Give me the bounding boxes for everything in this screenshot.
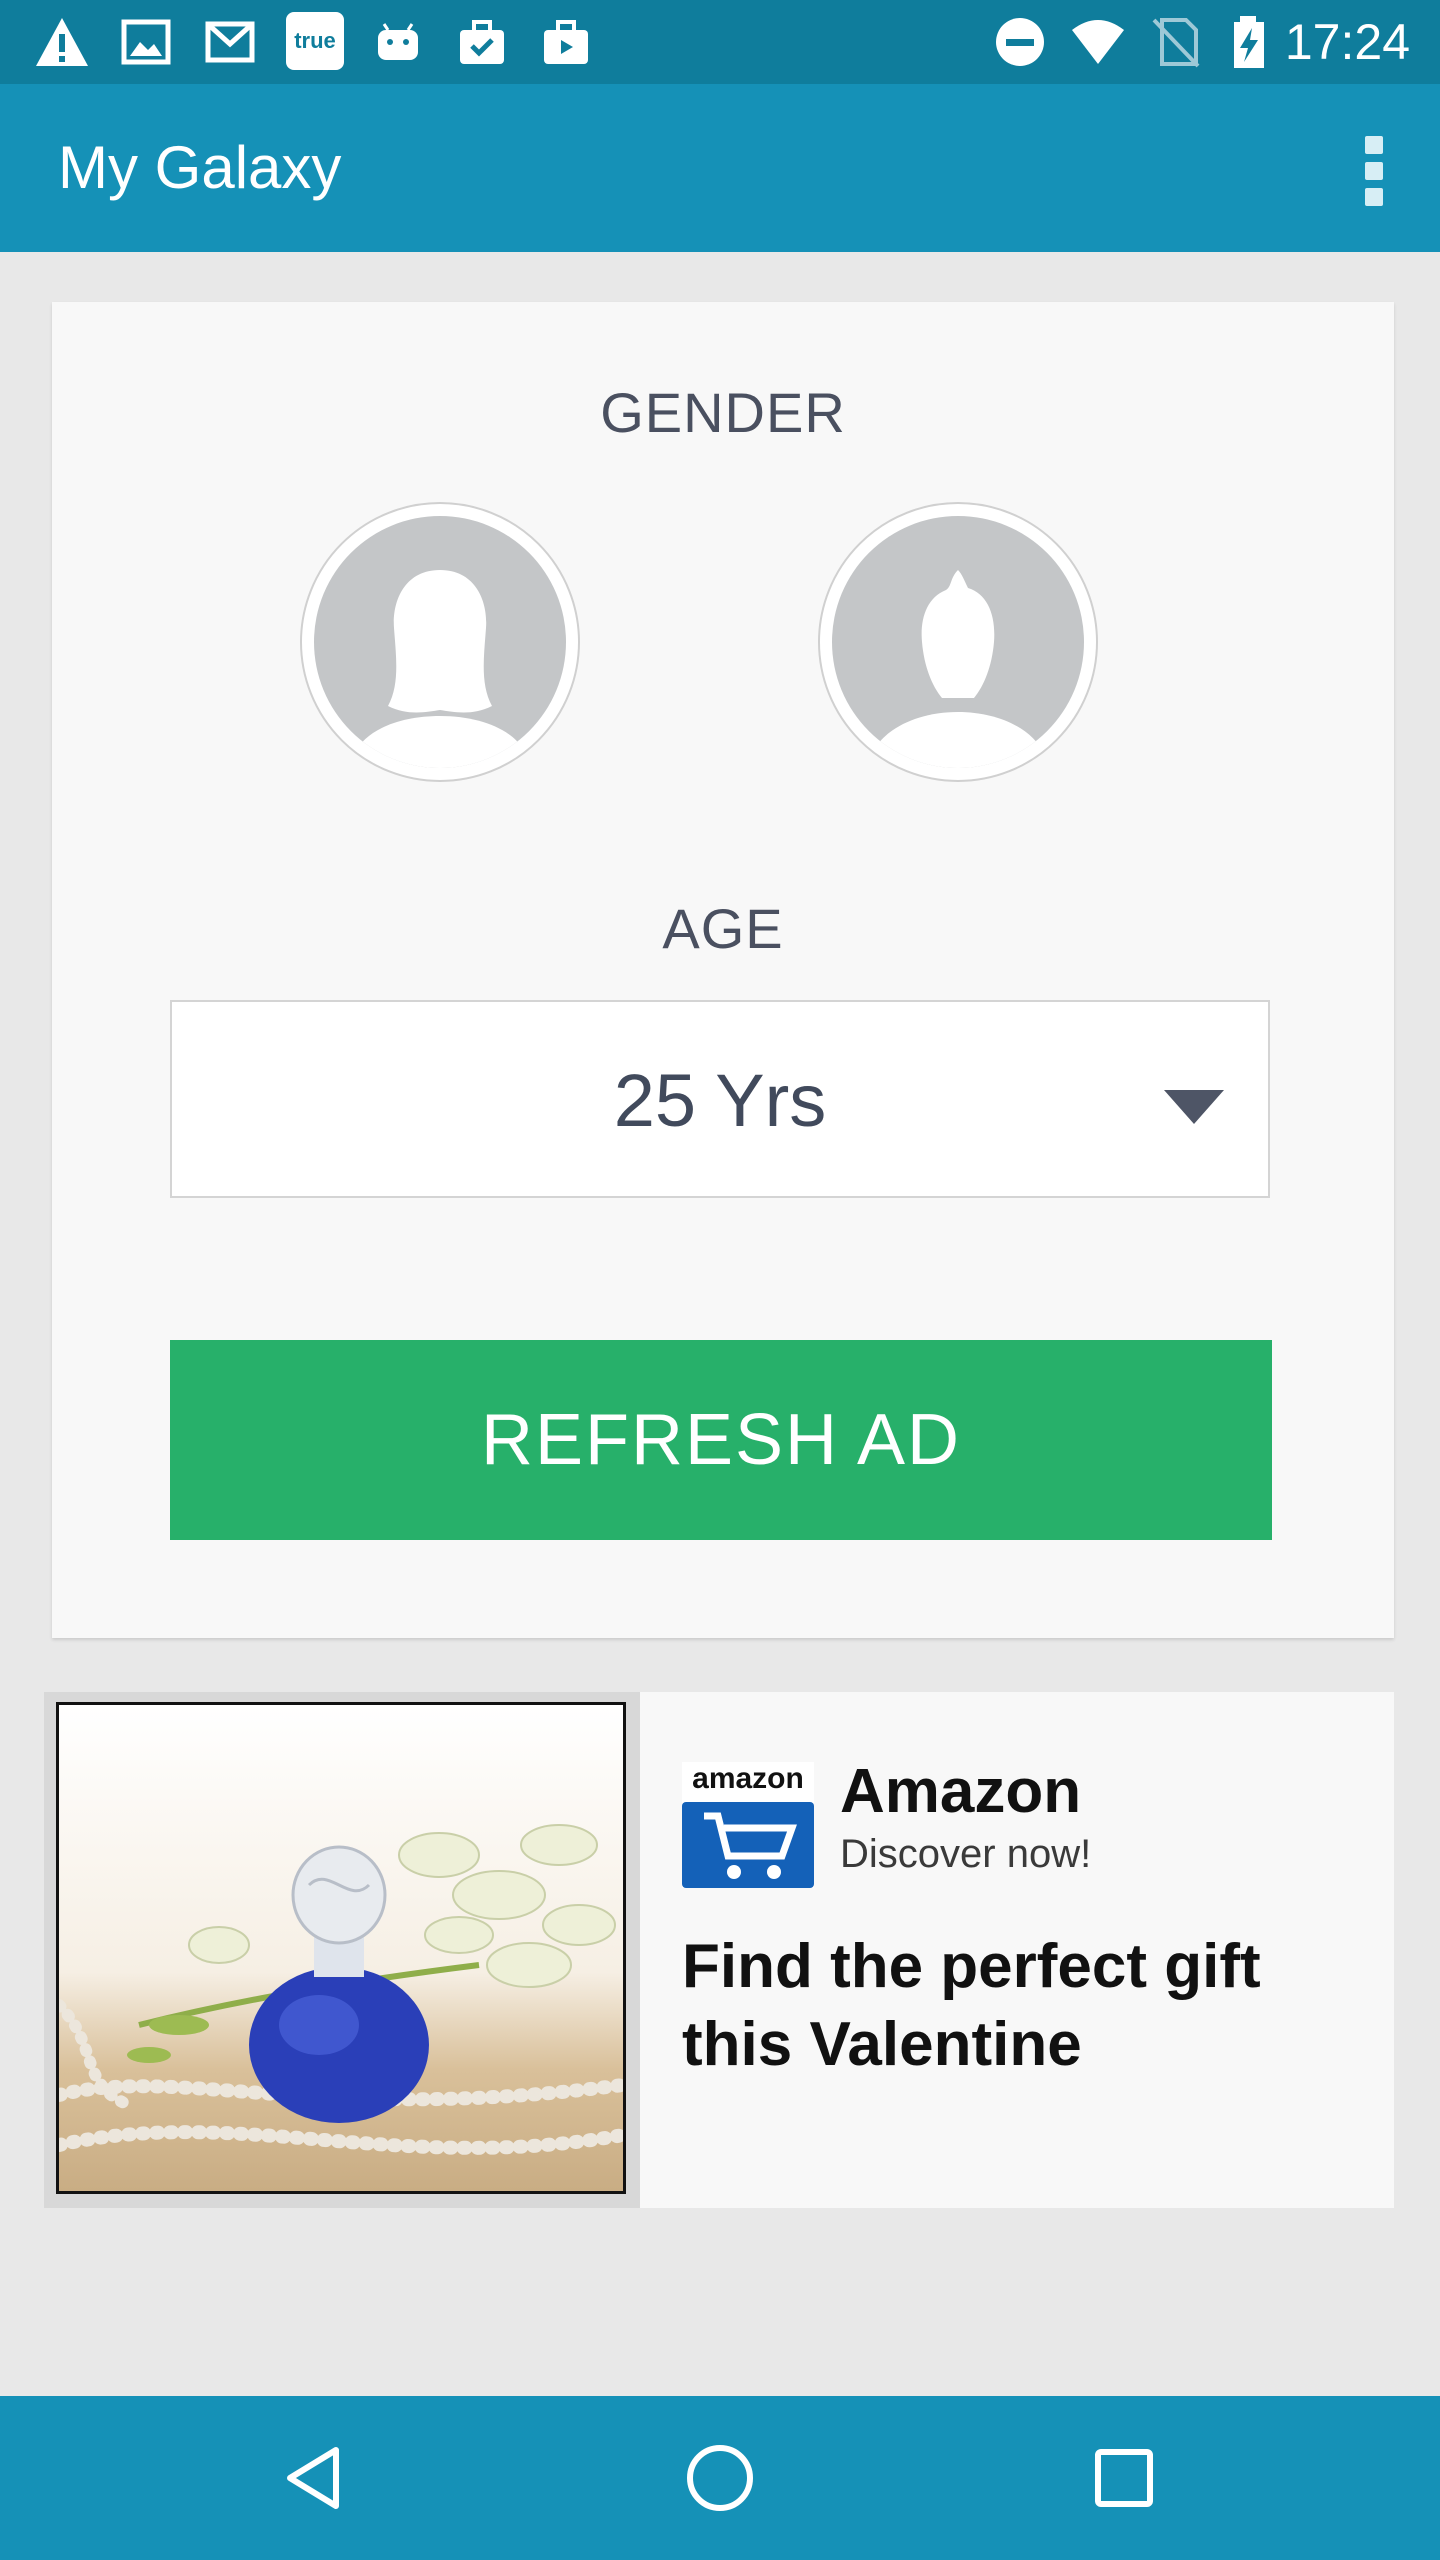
recents-icon[interactable] — [1082, 2436, 1166, 2520]
chevron-down-icon — [1164, 1090, 1224, 1124]
gmail-icon — [205, 21, 255, 63]
back-icon[interactable] — [274, 2436, 358, 2520]
android-icon — [378, 23, 418, 60]
task-check-icon — [460, 20, 504, 64]
ad-headline: Find the perfect gift this Valentine — [682, 1932, 1261, 2079]
app-title: My Galaxy — [58, 134, 342, 201]
amazon-logo-text: amazon — [692, 1762, 804, 1795]
do-not-disturb-icon — [996, 18, 1044, 66]
ad-brand: Amazon — [840, 1757, 1082, 1826]
female-silhouette-icon — [350, 570, 530, 768]
wifi-icon — [1072, 20, 1124, 64]
amazon-logo: amazon — [682, 1762, 814, 1888]
age-dropdown[interactable]: 25 Yrs — [170, 1000, 1270, 1198]
no-sim-icon — [1152, 18, 1200, 68]
age-value: 25 Yrs — [613, 1059, 827, 1142]
status-bar: true 17:24 — [0, 0, 1440, 84]
overflow-menu-icon[interactable] — [1344, 128, 1404, 212]
shopping-cart-icon — [704, 1812, 797, 1879]
image-icon — [121, 19, 171, 65]
home-icon[interactable] — [678, 2436, 762, 2520]
app-bar: My Galaxy — [0, 84, 1440, 252]
profile-card: GENDER AGE 25 Yrs REFRESH AD — [52, 302, 1394, 1638]
status-time: 17:24 — [1284, 14, 1410, 70]
briefcase-icon — [544, 20, 588, 64]
perfume-bottle-image — [59, 1824, 623, 2155]
ad-tagline: Discover now! — [840, 1832, 1092, 1876]
true-app-icon: true — [286, 12, 344, 70]
female-avatar[interactable] — [300, 502, 580, 782]
navigation-bar — [0, 2396, 1440, 2560]
male-silhouette-icon — [868, 570, 1048, 768]
male-avatar[interactable] — [818, 502, 1098, 782]
gender-label: GENDER — [600, 381, 846, 444]
battery-charging-icon — [1234, 16, 1264, 68]
age-label: AGE — [662, 897, 784, 960]
ad-banner[interactable]: amazon Amazon Discover now! Find the per… — [44, 1692, 1394, 2208]
refresh-ad-button[interactable]: REFRESH AD — [170, 1340, 1272, 1540]
ad-image[interactable] — [56, 1702, 626, 2194]
warning-icon — [36, 18, 88, 66]
